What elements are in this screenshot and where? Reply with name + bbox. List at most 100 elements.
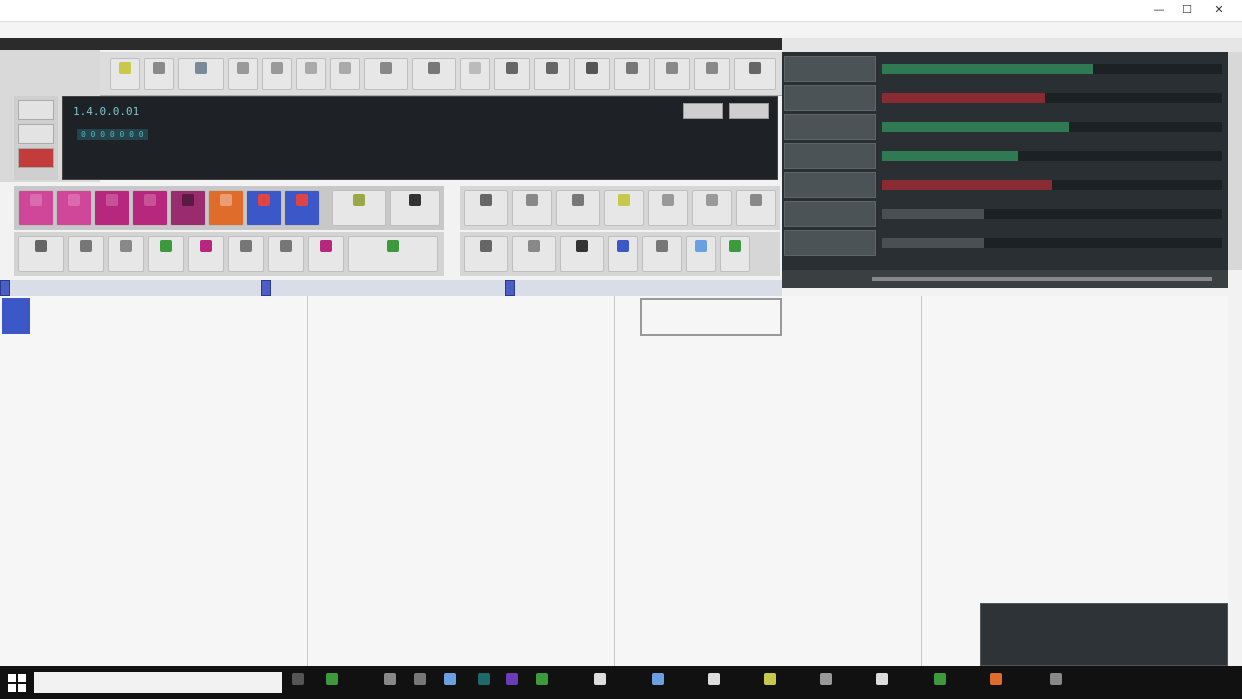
toolbar-button[interactable] xyxy=(330,58,360,90)
display-button-1[interactable] xyxy=(683,103,723,119)
main-toolbar xyxy=(100,52,782,96)
edit-tool-button[interactable] xyxy=(18,236,64,272)
toolbar-button[interactable] xyxy=(412,58,456,90)
toolbar-button[interactable] xyxy=(574,58,610,90)
instrument-button[interactable] xyxy=(246,190,282,226)
toolbar-button[interactable] xyxy=(262,58,292,90)
mixer-track-meter[interactable] xyxy=(882,209,1222,219)
tool-icon xyxy=(80,240,92,252)
toolbar-button[interactable] xyxy=(144,58,174,90)
mixer-track-label[interactable] xyxy=(784,85,876,111)
taskbar-app[interactable] xyxy=(876,673,926,693)
edit-tool-button[interactable] xyxy=(268,236,304,272)
instrument-button[interactable] xyxy=(94,190,130,226)
tool-button[interactable] xyxy=(556,190,600,226)
toolbar-button[interactable] xyxy=(694,58,730,90)
taskbar-app[interactable] xyxy=(764,673,814,693)
tool-button[interactable] xyxy=(608,236,638,272)
display-button-2[interactable] xyxy=(729,103,769,119)
timeline-ruler[interactable] xyxy=(0,280,782,296)
transport-button[interactable] xyxy=(18,124,54,144)
taskbar-app[interactable] xyxy=(708,673,758,693)
toolbar-button[interactable] xyxy=(654,58,690,90)
tool-button[interactable] xyxy=(512,236,556,272)
mixer-track-label[interactable] xyxy=(784,230,876,256)
taskbar-app[interactable] xyxy=(326,673,376,693)
tool-button[interactable] xyxy=(560,236,604,272)
edit-tool-button[interactable] xyxy=(228,236,264,272)
toolbar-button[interactable] xyxy=(110,58,140,90)
windows-start-icon[interactable] xyxy=(8,674,26,692)
taskbar-app[interactable] xyxy=(990,673,1040,693)
tool-button[interactable] xyxy=(512,190,552,226)
mixer-track-label[interactable] xyxy=(784,114,876,140)
right-tools-row-2 xyxy=(460,232,780,276)
tool-button[interactable] xyxy=(692,190,732,226)
transport-button[interactable] xyxy=(18,100,54,120)
mixer-track-label[interactable] xyxy=(784,201,876,227)
file-icon xyxy=(119,62,131,74)
toolbar-button[interactable] xyxy=(534,58,570,90)
tool-button[interactable] xyxy=(736,190,776,226)
instrument-button[interactable] xyxy=(18,190,54,226)
tool-button[interactable] xyxy=(642,236,682,272)
taskbar-app[interactable] xyxy=(1050,673,1100,693)
mixer-track-meter[interactable] xyxy=(882,238,1222,248)
mixer-track-meter[interactable] xyxy=(882,151,1222,161)
mixer-track-meter[interactable] xyxy=(882,64,1222,74)
toolbar-button[interactable] xyxy=(734,58,776,90)
transport-side-buttons xyxy=(14,96,58,180)
instrument-button[interactable] xyxy=(56,190,92,226)
toolbar-button[interactable] xyxy=(364,58,408,90)
instrument-button[interactable] xyxy=(332,190,386,226)
edit-tool-button[interactable] xyxy=(148,236,184,272)
taskbar-app[interactable] xyxy=(934,673,984,693)
toolbar-button[interactable] xyxy=(178,58,224,90)
close-button[interactable]: ✕ xyxy=(1206,3,1232,19)
mixer-scrollbar[interactable] xyxy=(1228,52,1242,270)
toolbar-button[interactable] xyxy=(296,58,326,90)
instrument-button[interactable] xyxy=(132,190,168,226)
marker[interactable] xyxy=(261,280,271,296)
edit-tool-button[interactable] xyxy=(308,236,344,272)
taskbar-app[interactable] xyxy=(820,673,870,693)
edit-tool-button[interactable] xyxy=(188,236,224,272)
record-button[interactable] xyxy=(18,148,54,168)
instrument-button[interactable] xyxy=(208,190,244,226)
edit-tool-button[interactable] xyxy=(68,236,104,272)
tool-button[interactable] xyxy=(648,190,688,226)
tool-button[interactable] xyxy=(604,190,644,226)
mixer-track-meter[interactable] xyxy=(882,93,1222,103)
tool-button[interactable] xyxy=(464,236,508,272)
taskbar-app[interactable] xyxy=(536,673,586,693)
toolbar-button[interactable] xyxy=(494,58,530,90)
taskbar-search-input[interactable] xyxy=(34,672,282,693)
toolbar-button[interactable] xyxy=(228,58,258,90)
toolbar-button[interactable] xyxy=(460,58,490,90)
edit-tool-button[interactable] xyxy=(348,236,438,272)
mixer-track-label[interactable] xyxy=(784,56,876,82)
mixer-track-meter[interactable] xyxy=(882,122,1222,132)
mixer-track-meter[interactable] xyxy=(882,180,1222,190)
zoom-slider[interactable] xyxy=(872,277,1212,281)
toolbar-button[interactable] xyxy=(614,58,650,90)
loop-start-marker[interactable] xyxy=(0,280,10,296)
marker[interactable] xyxy=(505,280,515,296)
mixer-track-label[interactable] xyxy=(784,143,876,169)
instrument-button[interactable] xyxy=(170,190,206,226)
tool-button[interactable] xyxy=(720,236,750,272)
maximize-button[interactable]: ☐ xyxy=(1174,3,1200,19)
copy-icon xyxy=(339,62,351,74)
mixer-track-label[interactable] xyxy=(784,172,876,198)
instrument-button[interactable] xyxy=(390,190,440,226)
tool-button[interactable] xyxy=(464,190,508,226)
tool-button[interactable] xyxy=(686,236,716,272)
instrument-icon xyxy=(296,194,308,206)
app-icon xyxy=(820,673,832,685)
taskbar-app[interactable] xyxy=(652,673,702,693)
selected-cell[interactable] xyxy=(2,298,30,334)
taskbar-app[interactable] xyxy=(594,673,644,693)
instrument-button[interactable] xyxy=(284,190,320,226)
minimize-button[interactable]: — xyxy=(1146,3,1172,19)
edit-tool-button[interactable] xyxy=(108,236,144,272)
